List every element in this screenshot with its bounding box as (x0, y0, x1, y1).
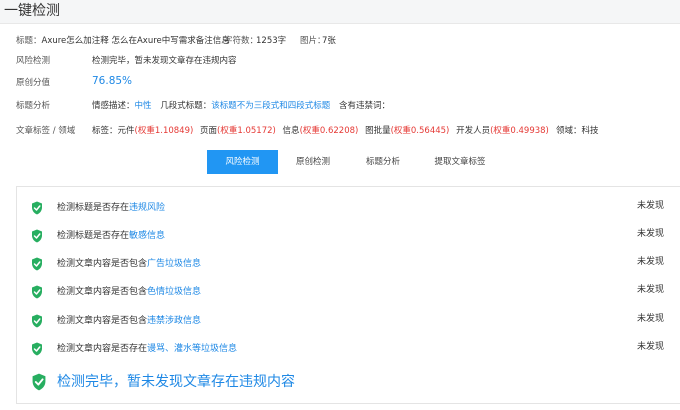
page-title: 一键检测 (4, 3, 60, 19)
check-item: 检测文章内容是否包含违禁涉政信息 未发现 (17, 311, 680, 331)
final-result-text: 检测完毕，暂未发现文章存在违规内容 (57, 374, 295, 390)
check-item: 检测文章内容是否包含广告垃圾信息 未发现 (17, 254, 680, 274)
emotion-label: 情感描述： (92, 101, 135, 111)
risk-check-panel: 检测标题是否存在违规风险 未发现 检测标题是否存在敏感信息 未发现 检测文章内容… (16, 186, 680, 404)
check-status: 未发现 (637, 314, 665, 324)
shield-check-icon (31, 314, 43, 328)
tag-item: 信息(权重0.62208) (282, 126, 359, 136)
tab-bar: 风险检测 原创检测 标题分析 提取文章标签 (0, 150, 680, 174)
original-score: 76.85% (92, 75, 133, 87)
check-item: 检测标题是否存在违规风险 未发现 (17, 198, 680, 218)
check-highlight: 色情垃圾信息 (147, 287, 202, 297)
check-item: 检测文章内容是否包含色情垃圾信息 未发现 (17, 282, 680, 302)
tab-extract-tags[interactable]: 提取文章标签 (420, 150, 500, 174)
title-value: Axure怎么加注释 怎么在Axure中写需求备注信息 (41, 36, 230, 46)
risk-value: 检测完毕，暂未发现文章存在违规内容 (92, 56, 237, 66)
title-label: 标题： (16, 36, 42, 46)
segments-label: 几段式标题： (160, 101, 212, 111)
banned-label: 含有违禁词： (338, 101, 390, 111)
shield-check-icon (31, 342, 43, 356)
meta-row: 标题：Axure怎么加注释 怎么在Axure中写需求备注信息 字符数： 1253字… (16, 35, 336, 47)
tab-title-analysis[interactable]: 标题分析 (352, 150, 414, 174)
check-item: 检测标题是否存在敏感信息 未发现 (17, 226, 680, 246)
final-result: 检测完毕，暂未发现文章存在违规内容 (17, 369, 680, 395)
shield-check-icon (31, 257, 43, 271)
check-status: 未发现 (637, 229, 665, 239)
chars-label: 字符数： (224, 36, 259, 46)
chars-value: 1253字 (256, 36, 287, 46)
domain-label: 领域： (556, 126, 582, 136)
tags-row: 文章标签 / 领域 标签：元件(权重1.10849) 页面(权重1.05172)… (16, 125, 599, 137)
check-status: 未发现 (637, 257, 665, 267)
domain-value: 科技 (581, 126, 599, 136)
shield-check-icon (31, 229, 43, 243)
original-row: 原创分值 76.85% (16, 75, 132, 89)
title-analysis-row: 标题分析 情感描述：中性 几段式标题：该标题不为三段式和四段式标题 含有违禁词： (16, 100, 390, 112)
check-highlight: 谩骂、灌水等垃圾信息 (147, 344, 238, 354)
check-status: 未发现 (637, 342, 665, 352)
check-highlight: 广告垃圾信息 (147, 259, 202, 269)
tab-risk-check[interactable]: 风险检测 (207, 150, 278, 174)
tab-original-check[interactable]: 原创检测 (282, 150, 344, 174)
check-highlight: 违禁涉政信息 (147, 316, 202, 326)
check-item: 检测文章内容是否存在谩骂、灌水等垃圾信息 未发现 (17, 339, 680, 359)
shield-check-icon (31, 201, 43, 215)
check-status: 未发现 (637, 201, 665, 211)
title-analysis-label: 标题分析 (16, 101, 51, 111)
segments-value: 该标题不为三段式和四段式标题 (211, 101, 331, 111)
shield-check-icon (31, 373, 47, 391)
tag-item: 元件(权重1.10849) (117, 126, 194, 136)
risk-row: 风险检测 检测完毕，暂未发现文章存在违规内容 (16, 55, 237, 67)
check-highlight: 违规风险 (129, 203, 166, 213)
original-label: 原创分值 (16, 78, 51, 88)
check-highlight: 敏感信息 (129, 231, 166, 241)
tag-item: 图批量(权重0.56445) (365, 126, 450, 136)
shield-check-icon (31, 285, 43, 299)
risk-label: 风险检测 (16, 56, 51, 66)
tags-row-label: 文章标签 / 领域 (16, 126, 76, 136)
emotion-value: 中性 (134, 101, 152, 111)
images-value: 7张 (322, 36, 336, 46)
check-status: 未发现 (637, 285, 665, 295)
header-bar: 一键检测 (0, 0, 680, 24)
tag-item: 页面(权重1.05172) (200, 126, 276, 136)
tags-label: 标签： (92, 126, 118, 136)
tag-item: 开发人员(权重0.49938) (456, 126, 549, 136)
